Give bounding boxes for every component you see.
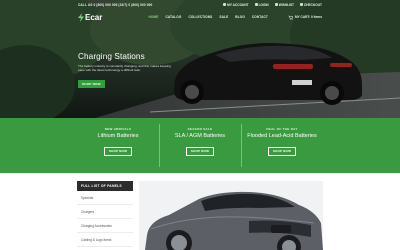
car-illustration xyxy=(139,181,323,250)
promo-kicker: SEASON SALE xyxy=(187,127,213,131)
check-icon xyxy=(299,3,303,6)
hero-banner: CALL US 0 (800) 000 000 (24/7) 0 (800) 0… xyxy=(0,0,400,118)
category-sidebar: FULL LIST OF PANELS Specials Chargers Ch… xyxy=(77,181,133,247)
nav-item-catalog[interactable]: CATALOG xyxy=(165,15,181,19)
nav-item-home[interactable]: HOME xyxy=(148,15,158,19)
sidebar-item-charging-accessories[interactable]: Charging Accessories xyxy=(77,219,133,233)
nav-item-blog[interactable]: BLOG xyxy=(235,15,245,19)
promo-shop-now-button[interactable]: SHOP NOW xyxy=(185,146,215,156)
nav-menu: HOME CATALOG COLLECTIONS SALE BLOG CONTA… xyxy=(148,15,267,19)
cart-label: MY CART: 0 items xyxy=(294,15,322,19)
nav-item-collections[interactable]: COLLECTIONS xyxy=(188,15,212,19)
lightning-bolt-icon xyxy=(78,12,84,22)
sidebar-item-chargers[interactable]: Chargers xyxy=(77,205,133,219)
promo-kicker: NEW ARRIVALS xyxy=(104,127,132,131)
catalog-section: FULL LIST OF PANELS Specials Chargers Ch… xyxy=(0,173,400,250)
brand-name: Ecar xyxy=(85,12,103,22)
account-links: MY ACCOUNT LOGIN WISHLIST CHECKOUT xyxy=(223,3,322,7)
promo-title: Lithium Batteries xyxy=(97,133,139,139)
nav-item-contact[interactable]: CONTACT xyxy=(252,15,268,19)
promo-shop-now-button[interactable]: SHOP NOW xyxy=(267,146,297,156)
promo-kicker: DEAL OF THE DAY xyxy=(266,127,298,131)
cart-icon xyxy=(288,15,293,20)
featured-car-image xyxy=(139,181,323,250)
nav-item-sale[interactable]: SALE xyxy=(219,15,228,19)
wishlist-link[interactable]: WISHLIST xyxy=(274,3,294,7)
promo-title: SLA / AGM Batteries xyxy=(174,133,226,139)
promo-band: NEW ARRIVALS Lithium Batteries SHOP NOW … xyxy=(0,118,400,173)
login-link[interactable]: LOGIN xyxy=(254,3,269,7)
promo-shop-now-button[interactable]: SHOP NOW xyxy=(103,146,133,156)
sidebar-item-cabling-lugs[interactable]: Cabling & Lugs Items xyxy=(77,233,133,247)
hero-title: Charging Stations xyxy=(78,52,145,61)
promo-column-sla-agm: SEASON SALE SLA / AGM Batteries SHOP NOW xyxy=(159,118,241,173)
hero-description: The battery industry is constantly chang… xyxy=(78,64,171,73)
user-icon xyxy=(223,3,227,6)
cart-button[interactable]: MY CART: 0 items xyxy=(288,15,322,20)
hero-shop-now-button[interactable]: SHOP NOW xyxy=(78,80,105,89)
promo-column-lead-acid: DEAL OF THE DAY Flooded Lead-Acid Batter… xyxy=(241,118,323,173)
checkout-link[interactable]: CHECKOUT xyxy=(299,3,322,7)
sidebar-heading: FULL LIST OF PANELS xyxy=(77,181,133,191)
promo-title: Flooded Lead-Acid Batteries xyxy=(247,133,317,139)
page: CALL US 0 (800) 000 000 (24/7) 0 (800) 0… xyxy=(0,0,400,250)
contact-info: CALL US 0 (800) 000 000 (24/7) 0 (800) 0… xyxy=(78,2,153,7)
sidebar-item-specials[interactable]: Specials xyxy=(77,191,133,205)
main-navigation: Ecar HOME CATALOG COLLECTIONS SALE BLOG … xyxy=(0,9,400,25)
top-bar: CALL US 0 (800) 000 000 (24/7) 0 (800) 0… xyxy=(0,0,400,9)
heart-icon xyxy=(274,3,278,6)
hero-content: Charging Stations The battery industry i… xyxy=(78,52,173,90)
promo-column-lithium: NEW ARRIVALS Lithium Batteries SHOP NOW xyxy=(77,118,159,173)
brand-logo[interactable]: Ecar xyxy=(78,12,103,22)
my-account-link[interactable]: MY ACCOUNT xyxy=(223,3,249,7)
lock-icon xyxy=(254,3,258,6)
